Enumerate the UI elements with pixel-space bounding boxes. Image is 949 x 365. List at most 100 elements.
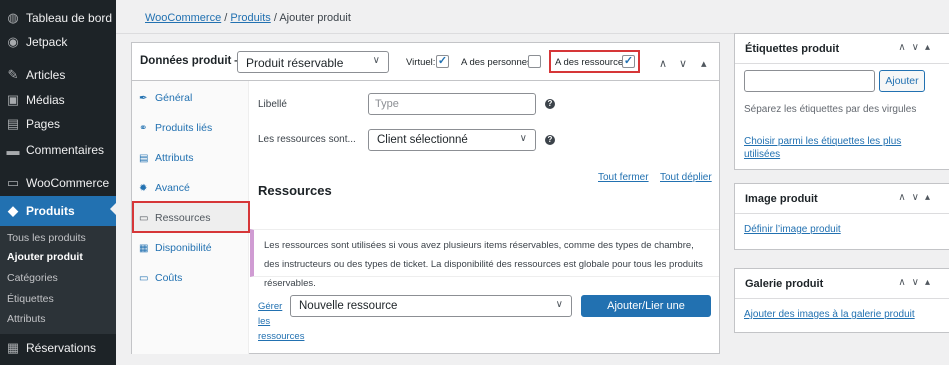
product-tags-header: Étiquettes produit ∧∨▴: [735, 34, 949, 64]
help-icon[interactable]: ?: [545, 99, 555, 109]
add-resource-button[interactable]: Ajouter/Lier une ressource: [581, 295, 711, 332]
dashboard-icon: ◍: [7, 10, 19, 25]
new-resource-value: Nouvelle ressource: [299, 300, 398, 312]
admin-sidebar: ◍ Tableau de bord ◉ Jetpack ✎ Articles ▣…: [0, 0, 116, 365]
tab-costs[interactable]: ▭ Coûts: [132, 263, 249, 293]
product-data-box: Données produit — Produit réservable ∨ V…: [131, 42, 720, 354]
tab-advanced[interactable]: ✹ Avancé: [132, 173, 249, 203]
menu-woocommerce[interactable]: ▭ WooCommerce: [0, 170, 116, 196]
box-controls[interactable]: ∧∨▴: [898, 277, 936, 288]
tab-general[interactable]: ✒ Général: [132, 83, 249, 113]
resources-label: A des ressources:: [555, 57, 631, 68]
menu-articles-label: Articles: [26, 68, 66, 82]
pages-icon: ▤: [6, 116, 20, 131]
chevron-down-icon: ∨: [519, 133, 527, 144]
persons-checkbox[interactable]: [528, 55, 541, 68]
tab-advanced-label: Avancé: [155, 182, 190, 194]
tab-attributes[interactable]: ▤ Attributs: [132, 143, 249, 173]
menu-reservations-label: Réservations: [26, 341, 97, 355]
tags-input[interactable]: [744, 70, 875, 92]
product-tags-box: Étiquettes produit ∧∨▴ Ajouter Séparez l…: [734, 33, 949, 170]
menu-media[interactable]: ▣ Médias: [0, 87, 116, 113]
manage-link-part: ressources: [258, 331, 305, 342]
product-image-title: Image produit: [745, 193, 818, 205]
product-data-tabs: ✒ Général ⚭ Produits liés ▤ Attributs ✹ …: [132, 81, 250, 354]
submenu-attributes[interactable]: Attributs: [7, 313, 46, 325]
box-controls[interactable]: ∧∨▴: [898, 42, 936, 53]
add-gallery-images-link[interactable]: Ajouter des images à la galerie produit: [744, 309, 915, 320]
menu-media-label: Médias: [26, 93, 65, 107]
wrench-icon: ✒: [139, 92, 148, 104]
chevron-down-icon: ∨: [555, 299, 563, 310]
help-icon[interactable]: ?: [545, 135, 555, 145]
menu-reservations[interactable]: ▦ Réservations: [0, 335, 116, 361]
jetpack-icon: ◉: [7, 34, 19, 49]
product-tags-title: Étiquettes produit: [745, 43, 840, 55]
expand-all-link[interactable]: Tout déplier: [660, 172, 712, 183]
move-up-icon[interactable]: ∧: [659, 57, 667, 70]
submenu-tags[interactable]: Étiquettes: [7, 293, 54, 305]
menu-comments-label: Commentaires: [26, 143, 105, 157]
products-icon: ◆: [8, 203, 18, 218]
set-product-image-link[interactable]: Définir l’image produit: [744, 224, 841, 235]
menu-dashboard[interactable]: ◍ Tableau de bord: [0, 5, 116, 31]
pin-icon: ✎: [7, 67, 19, 82]
menu-products-label: Produits: [26, 204, 75, 218]
products-submenu: Tous les produits Ajouter produit Catégo…: [0, 226, 116, 334]
cost-icon: ▭: [139, 272, 149, 284]
submenu-add-product[interactable]: Ajouter produit: [7, 251, 83, 263]
submenu-categories[interactable]: Catégories: [7, 272, 58, 284]
menu-comments[interactable]: ▬ Commentaires: [0, 137, 116, 163]
product-image-box: Image produit ∧∨▴ Définir l’image produi…: [734, 183, 949, 250]
choose-popular-tags-link[interactable]: Choisir parmi les étiquettes les plus ut…: [744, 135, 904, 161]
breadcrumb-separator: /: [273, 12, 277, 24]
product-type-select[interactable]: Produit réservable ∨: [237, 51, 389, 73]
product-image-header: Image produit ∧∨▴: [735, 184, 949, 214]
tab-availability-label: Disponibilité: [155, 242, 212, 254]
box-controls[interactable]: ∧∨▴: [898, 192, 936, 203]
breadcrumb-products-link[interactable]: Produits: [230, 12, 270, 24]
resources-notice-text: Les ressources sont utilisées si vous av…: [264, 240, 703, 289]
resources-are-value: Client sélectionné: [377, 134, 468, 146]
persons-label: A des personnes:: [461, 57, 535, 68]
menu-jetpack-label: Jetpack: [26, 35, 68, 49]
menu-products[interactable]: ◆ Produits: [0, 196, 116, 226]
label-input[interactable]: Type: [368, 93, 536, 115]
resources-notice: Les ressources sont utilisées si vous av…: [250, 229, 719, 289]
move-down-icon[interactable]: ∨: [679, 57, 687, 70]
virtual-label: Virtuel:: [406, 57, 436, 68]
link-icon: ⚭: [139, 122, 148, 134]
breadcrumb-woocommerce-link[interactable]: WooCommerce: [145, 12, 221, 24]
new-resource-select[interactable]: Nouvelle ressource ∨: [290, 295, 572, 317]
calendar-icon: ▦: [6, 340, 20, 355]
virtual-checkbox[interactable]: ✓: [436, 55, 449, 68]
list-icon: ▤: [139, 152, 149, 164]
tab-linked-products[interactable]: ⚭ Produits liés: [132, 113, 249, 143]
product-gallery-title: Galerie produit: [745, 278, 824, 290]
resources-section-title: Ressources: [258, 183, 332, 198]
add-tag-button[interactable]: Ajouter: [879, 70, 925, 92]
menu-articles[interactable]: ✎ Articles: [0, 62, 116, 88]
label-field-label: Libellé: [258, 99, 287, 110]
submenu-all-products[interactable]: Tous les produits: [7, 232, 86, 244]
resources-are-label: Les ressources sont...: [258, 134, 356, 145]
menu-pages[interactable]: ▤ Pages: [0, 111, 116, 137]
product-data-title: Données produit —: [140, 55, 247, 67]
tab-attributes-label: Attributs: [155, 152, 194, 164]
close-all-link[interactable]: Tout fermer: [598, 172, 649, 183]
comments-icon: ▬: [6, 142, 20, 158]
tab-availability[interactable]: ▦ Disponibilité: [132, 233, 249, 263]
resources-checkbox[interactable]: ✓: [622, 55, 635, 68]
tab-general-label: Général: [155, 92, 193, 104]
toggle-panel-icon[interactable]: ▴: [701, 57, 707, 70]
menu-woocommerce-label: WooCommerce: [26, 176, 110, 190]
resources-are-select[interactable]: Client sélectionné ∨: [368, 129, 536, 151]
menu-dashboard-label: Tableau de bord: [26, 11, 113, 25]
media-icon: ▣: [6, 92, 20, 107]
tab-costs-label: Coûts: [155, 272, 183, 284]
tags-hint: Séparez les étiquettes par des virgules: [744, 104, 917, 115]
highlight-box: [132, 201, 250, 233]
menu-jetpack[interactable]: ◉ Jetpack: [0, 29, 116, 55]
chevron-down-icon: ∨: [372, 55, 380, 66]
calendar-icon: ▦: [139, 242, 149, 254]
